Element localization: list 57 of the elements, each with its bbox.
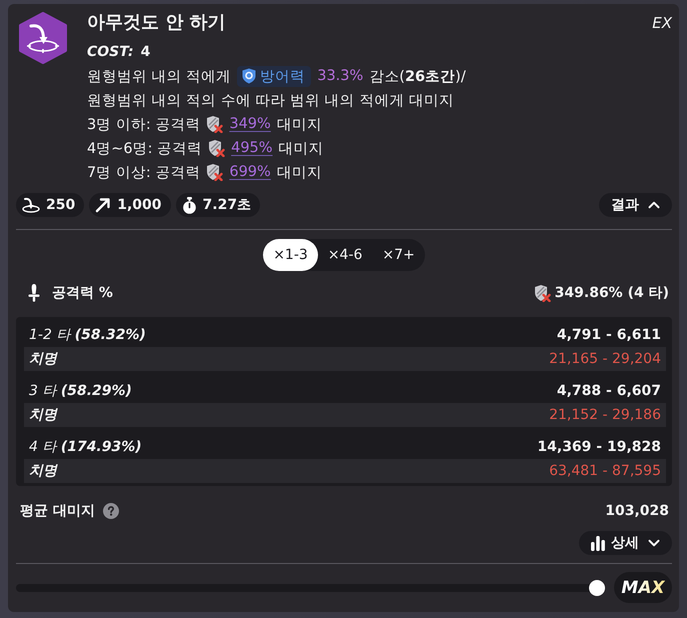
cost-value: 4 [140, 44, 150, 60]
hit-label: 3 타 (58.29%) [29, 382, 132, 400]
shield-x-icon [206, 163, 224, 181]
shield-x-icon [208, 139, 226, 157]
description-text: 대미지 [276, 116, 322, 134]
slider-thumb[interactable] [589, 580, 605, 596]
damage-percent-link[interactable]: 495% [231, 140, 273, 156]
tier-text: 7명 이상: 공격력 [87, 164, 200, 182]
description-text: 대미지 [276, 164, 322, 182]
critical-label: 치명 [29, 406, 57, 424]
tier-text: 4명~6명: 공격력 [87, 140, 202, 158]
description-text: 감소(26초간)/ [369, 68, 466, 86]
cost-label: COST: [87, 44, 134, 60]
attack-value: 349.86% (4 타) [554, 284, 669, 302]
shield-icon [242, 68, 256, 84]
hexagon-target-icon [18, 12, 68, 64]
target-arrow-icon [22, 197, 40, 213]
arrow-up-right-icon [95, 197, 112, 213]
max-button[interactable]: MAX [614, 572, 672, 603]
critical-damage-range: 21,152 - 29,186 [549, 407, 661, 423]
effect-value: 33.3% [317, 68, 364, 84]
critical-damage-range: 63,481 - 87,595 [549, 463, 661, 479]
hit-label: 1-2 타 (58.32%) [29, 326, 146, 344]
stat-value: 250 [46, 197, 76, 213]
damage-range: 4,788 - 6,607 [556, 383, 661, 399]
skill-type-label: EX [652, 13, 672, 34]
damage-percent-link[interactable]: 699% [229, 164, 271, 180]
attack-label: 공격력 % [52, 284, 113, 302]
damage-percent-link[interactable]: 349% [229, 116, 271, 132]
stopwatch-icon [182, 196, 197, 214]
hit-label: 4 타 (174.93%) [29, 438, 142, 456]
shield-x-icon [206, 115, 224, 133]
stat-value: 1,000 [117, 197, 162, 213]
skill-title: 아무것도 안 하기 [87, 11, 226, 35]
critical-damage-range: 21,165 - 29,204 [549, 351, 661, 367]
stat-value: 7.27초 [202, 196, 252, 214]
average-damage-label: 평균 대미지 [20, 502, 95, 520]
sword-icon [28, 284, 40, 302]
tab[interactable]: ×7+ [372, 239, 425, 271]
help-icon[interactable] [102, 503, 119, 519]
detail-toggle-button[interactable]: 상세 [579, 531, 672, 555]
critical-label: 치명 [29, 462, 57, 480]
result-toggle-button[interactable]: 결과 [599, 193, 672, 217]
level-slider-track[interactable] [16, 580, 605, 596]
description-text: 원형범위 내의 적의 수에 따라 범위 내의 적에게 대미지 [87, 92, 454, 110]
shield-x-icon [534, 284, 551, 302]
damage-range: 14,369 - 19,828 [537, 439, 661, 455]
tab[interactable]: ×4-6 [318, 239, 372, 271]
critical-label: 치명 [29, 350, 57, 368]
damage-range: 4,791 - 6,611 [556, 327, 661, 343]
tab[interactable]: ×1-3 [263, 239, 318, 271]
bar-chart-icon [591, 536, 605, 550]
stat-name: 방어력 [260, 68, 306, 86]
average-damage-value: 103,028 [605, 503, 669, 519]
description-text: 원형범위 내의 적에게 [87, 68, 232, 86]
description-text: 대미지 [278, 140, 324, 158]
tier-text: 3명 이하: 공격력 [87, 116, 200, 134]
